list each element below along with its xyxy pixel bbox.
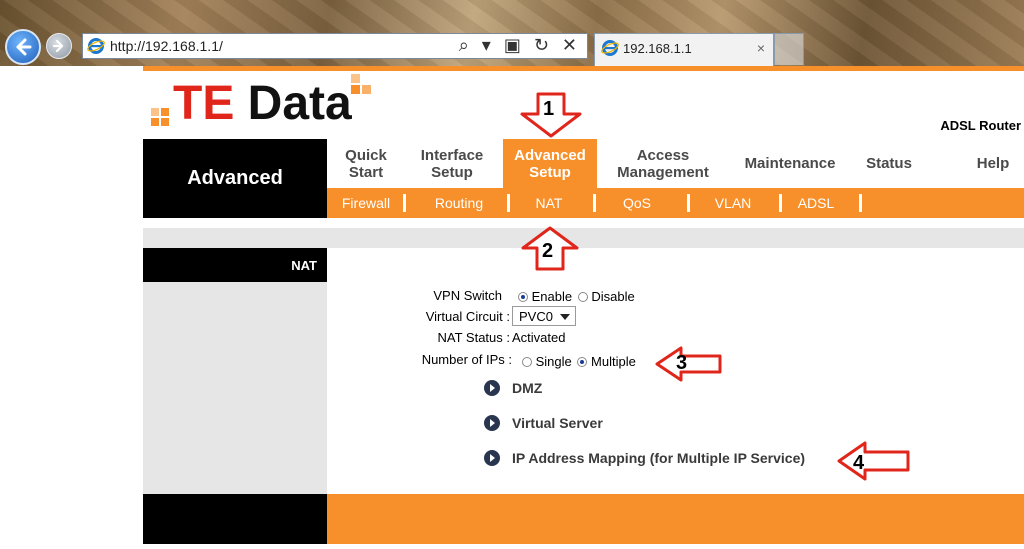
address-tools-icons[interactable]: ⌕ ▾ ▣ ↻ ✕ [459,35,581,56]
arrow-right-icon [52,39,64,53]
annotation-number-3: 3 [676,352,688,374]
bullet-arrow-icon [484,415,500,431]
menu-access-management[interactable]: Access Management [611,139,715,188]
section-label: Advanced [143,139,327,218]
footer-left [143,494,327,544]
ips-single-radio[interactable] [522,357,532,367]
submenu-separator [403,194,406,212]
number-of-ips-options: Single Multiple [522,354,636,369]
side-title: NAT [143,248,327,282]
address-bar[interactable]: http://192.168.1.1/ ⌕ ▾ ▣ ↻ ✕ [82,33,588,59]
vpn-disable-label: Disable [591,289,635,304]
link-dmz[interactable]: DMZ [512,380,542,396]
virtual-circuit-select[interactable]: PVC0 [512,306,576,326]
submenu-separator [507,194,510,212]
ie-logo-icon [87,38,105,54]
menu-advanced-setup[interactable]: Advanced Setup [503,139,597,188]
submenu-routing[interactable]: Routing [419,188,499,218]
new-tab-button[interactable] [774,33,804,65]
tab-title: 192.168.1.1 [623,41,692,56]
submenu-qos[interactable]: QoS [605,188,669,218]
annotation-number-4: 4 [853,452,865,474]
back-button[interactable] [5,29,41,65]
submenu-separator [779,194,782,212]
submenu-separator [859,194,862,212]
top-accent-line [143,66,1024,71]
vpn-switch-options: Enable Disable [518,289,635,304]
vpn-enable-radio[interactable] [518,292,528,302]
logo-te-text: TE [173,77,235,130]
annotation-arrow-left-icon [837,441,910,481]
submenu-adsl[interactable]: ADSL [789,188,843,218]
virtual-circuit-value: PVC0 [519,309,553,324]
vpn-disable-radio[interactable] [577,292,588,302]
gray-band [143,228,1024,248]
submenu-vlan[interactable]: VLAN [699,188,767,218]
menu-help[interactable]: Help [967,139,1019,188]
tab-close-icon[interactable]: × [757,40,765,56]
side-panel [143,282,327,494]
ie-logo-icon [601,40,619,56]
side-title-text: NAT [291,258,317,273]
logo-data-text: Data [234,77,352,130]
link-virtual-server[interactable]: Virtual Server [512,415,603,431]
vpn-enable-label: Enable [531,289,573,304]
submenu-nat[interactable]: NAT [519,188,579,218]
submenu-separator [593,194,596,212]
annotation-number-2: 2 [542,240,554,262]
menu-status[interactable]: Status [857,139,921,188]
annotation-number-1: 1 [543,98,555,120]
annotation-arrow-left-icon [655,346,722,382]
menu-interface-setup[interactable]: Interface Setup [415,139,489,188]
nat-status-value: Activated [512,330,566,345]
nat-status-label: NAT Status : [437,330,511,345]
submenu-firewall[interactable]: Firewall [333,188,399,218]
main-menu: Quick Start Interface Setup Advanced Set… [327,139,1024,188]
chevron-down-icon [560,314,570,320]
ips-multiple-label: Multiple [591,354,636,369]
ips-multiple-radio[interactable] [577,357,588,367]
virtual-circuit-label: Virtual Circuit : [425,309,510,324]
arrow-left-icon [16,38,32,56]
vpn-switch-label: VPN Switch [433,288,502,303]
te-data-logo: TE Data [143,74,373,132]
footer-right [327,494,1024,544]
sub-menu: Firewall Routing NAT QoS VLAN ADSL [327,188,1024,218]
forward-button[interactable] [46,33,72,59]
menu-maintenance[interactable]: Maintenance [735,139,845,188]
submenu-separator [687,194,690,212]
url-text: http://192.168.1.1/ [110,38,223,54]
ips-single-label: Single [535,354,572,369]
device-name: ADSL Router [940,118,1021,133]
browser-tab[interactable]: 192.168.1.1 × [594,33,774,66]
bullet-arrow-icon [484,450,500,466]
number-of-ips-label: Number of IPs : [421,352,512,367]
bullet-arrow-icon [484,380,500,396]
link-ip-address-mapping[interactable]: IP Address Mapping (for Multiple IP Serv… [512,450,805,466]
menu-quick-start[interactable]: Quick Start [337,139,395,188]
